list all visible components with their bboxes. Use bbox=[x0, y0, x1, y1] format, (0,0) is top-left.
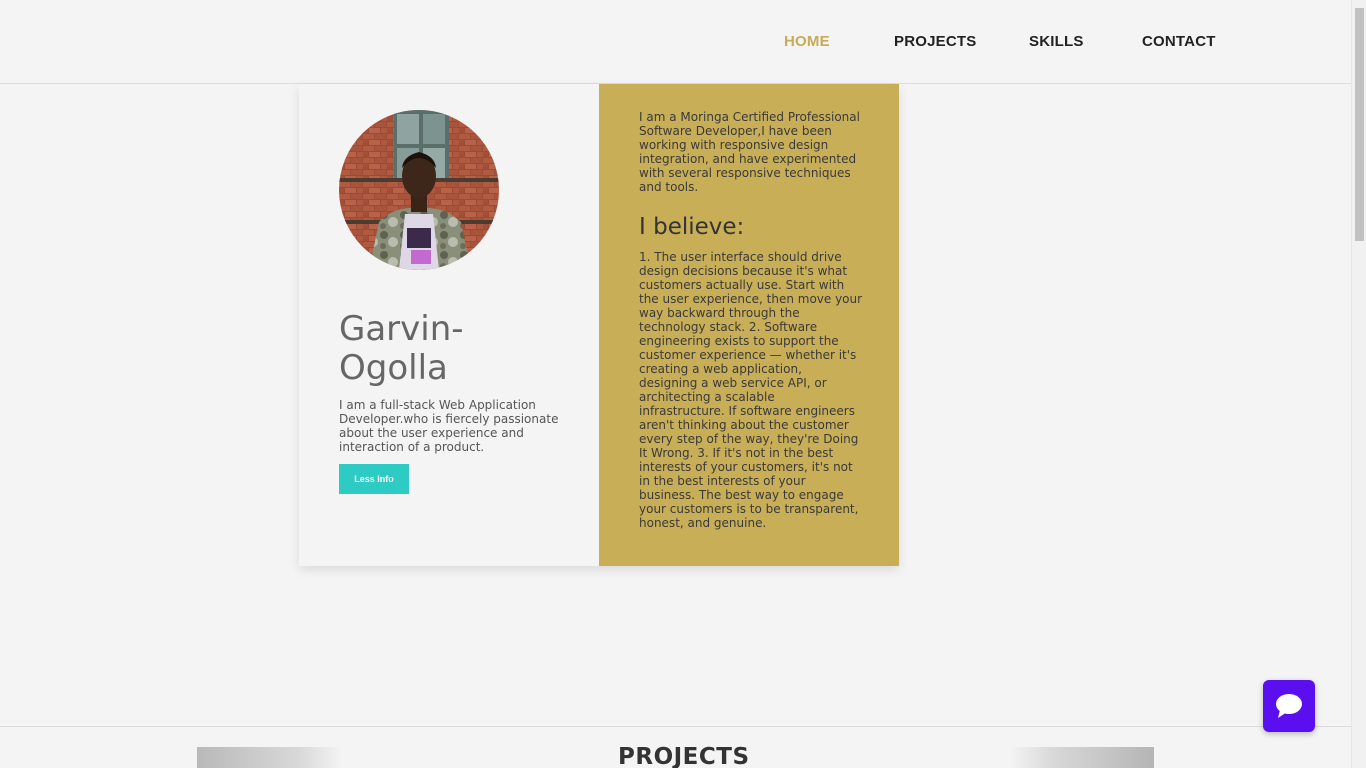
nav-skills-link[interactable]: SKILLS bbox=[1029, 33, 1084, 50]
page-scrollbar[interactable] bbox=[1351, 0, 1366, 768]
profile-summary-panel: Garvin- Ogolla I am a full-stack Web Appl… bbox=[299, 84, 599, 566]
about-panel: I am a Moringa Certified Professional So… bbox=[599, 84, 899, 566]
projects-heading: PROJECTS bbox=[618, 744, 750, 768]
chat-button[interactable] bbox=[1263, 680, 1315, 732]
about-intro: I am a Moringa Certified Professional So… bbox=[639, 110, 860, 194]
less-info-button[interactable]: Less Info bbox=[339, 464, 409, 494]
nav-contact-link[interactable]: CONTACT bbox=[1142, 33, 1216, 50]
profile-bio: I am a full-stack Web Application Develo… bbox=[339, 398, 559, 454]
nav-projects-link[interactable]: PROJECTS bbox=[894, 33, 976, 50]
profile-name: Garvin- Ogolla bbox=[339, 309, 464, 388]
profile-card: Garvin- Ogolla I am a full-stack Web Appl… bbox=[299, 84, 899, 566]
scrollbar-thumb[interactable] bbox=[1355, 8, 1364, 241]
believe-text: 1. The user interface should drive desig… bbox=[639, 250, 863, 530]
top-nav: HOME PROJECTS SKILLS CONTACT bbox=[0, 0, 1351, 84]
nav-home-link[interactable]: HOME bbox=[784, 33, 830, 50]
believe-heading: I believe: bbox=[639, 214, 745, 240]
chat-bubble-icon bbox=[1276, 694, 1302, 718]
section-divider bbox=[0, 726, 1351, 727]
avatar bbox=[339, 110, 499, 270]
projects-right-decoration bbox=[1010, 747, 1154, 768]
projects-left-decoration bbox=[197, 747, 342, 768]
